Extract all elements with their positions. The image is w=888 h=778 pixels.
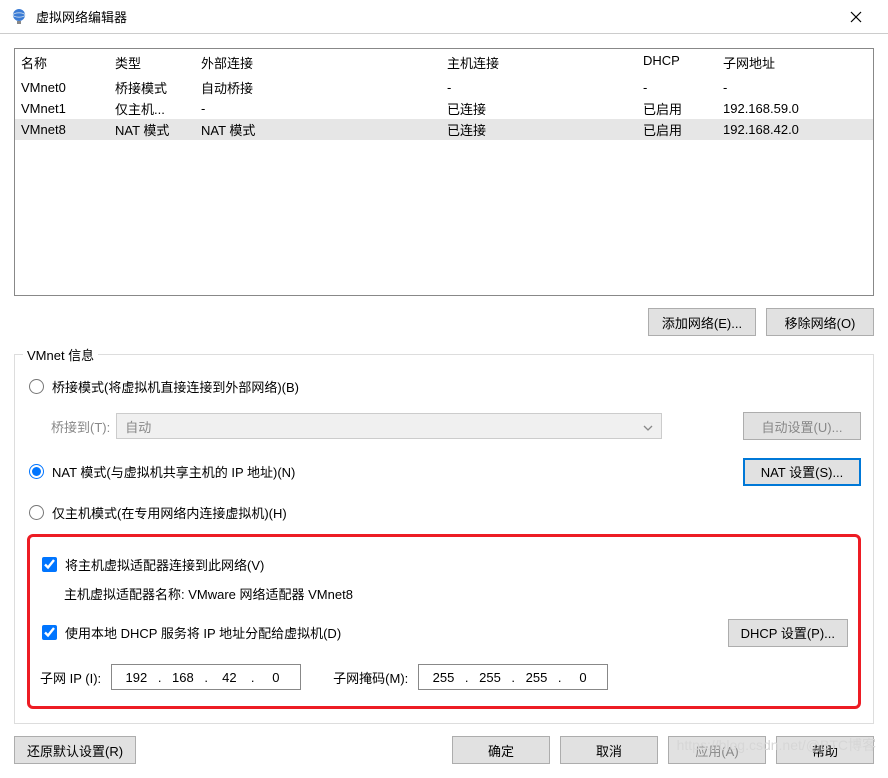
cancel-button[interactable]: 取消 [560, 736, 658, 764]
titlebar: 虚拟网络编辑器 [0, 0, 888, 34]
cell-dhcp: 已启用 [637, 97, 717, 120]
cell-ext: 自动桥接 [195, 76, 441, 99]
cell-name: VMnet0 [15, 78, 109, 97]
cell-host: 已连接 [441, 118, 637, 141]
th-host[interactable]: 主机连接 [441, 49, 637, 76]
ok-button[interactable]: 确定 [452, 736, 550, 764]
checkbox-dhcp[interactable] [42, 625, 57, 640]
cell-host: - [441, 78, 637, 97]
ip-octet-4[interactable] [260, 670, 292, 685]
mask-octet-2[interactable] [474, 670, 506, 685]
table-row[interactable]: VMnet8 NAT 模式 NAT 模式 已连接 已启用 192.168.42.… [15, 119, 873, 140]
window-title: 虚拟网络编辑器 [36, 7, 834, 26]
cell-subnet: - [717, 78, 873, 97]
mask-octet-3[interactable] [520, 670, 552, 685]
network-table[interactable]: 名称 类型 外部连接 主机连接 DHCP 子网地址 VMnet0 桥接模式 自动… [14, 48, 874, 296]
radio-hostonly[interactable] [29, 505, 44, 520]
table-body: VMnet0 桥接模式 自动桥接 - - - VMnet1 仅主机... - 已… [15, 77, 873, 140]
checkbox-host-adapter-label: 将主机虚拟适配器连接到此网络(V) [65, 555, 264, 574]
bridge-to-value: 自动 [125, 417, 151, 436]
table-row[interactable]: VMnet0 桥接模式 自动桥接 - - - [15, 77, 873, 98]
chevron-down-icon [643, 419, 653, 434]
th-external[interactable]: 外部连接 [195, 49, 441, 76]
cell-type: NAT 模式 [109, 118, 195, 141]
ip-octet-2[interactable] [167, 670, 199, 685]
close-button[interactable] [834, 2, 878, 32]
dialog-footer: 还原默认设置(R) 确定 取消 应用(A) 帮助 [0, 736, 888, 778]
radio-bridge-label: 桥接模式(将虚拟机直接连接到外部网络)(B) [52, 377, 299, 396]
radio-nat[interactable] [29, 464, 44, 479]
content-area: 名称 类型 外部连接 主机连接 DHCP 子网地址 VMnet0 桥接模式 自动… [0, 34, 888, 736]
th-type[interactable]: 类型 [109, 49, 195, 76]
cell-name: VMnet1 [15, 99, 109, 118]
adapter-name-text: 主机虚拟适配器名称: VMware 网络适配器 VMnet8 [64, 584, 848, 603]
radio-bridge[interactable] [29, 379, 44, 394]
ip-octet-1[interactable] [120, 670, 152, 685]
cell-host: 已连接 [441, 97, 637, 120]
auto-settings-button: 自动设置(U)... [743, 412, 861, 440]
bridge-to-select: 自动 [116, 413, 662, 439]
subnet-mask-label: 子网掩码(M): [333, 668, 408, 687]
mask-octet-1[interactable] [427, 670, 459, 685]
mask-octet-4[interactable] [567, 670, 599, 685]
table-row[interactable]: VMnet1 仅主机... - 已连接 已启用 192.168.59.0 [15, 98, 873, 119]
remove-network-button[interactable]: 移除网络(O) [766, 308, 874, 336]
subnet-ip-input[interactable]: . . . [111, 664, 301, 690]
th-subnet[interactable]: 子网地址 [717, 49, 873, 76]
cell-name: VMnet8 [15, 120, 109, 139]
help-button[interactable]: 帮助 [776, 736, 874, 764]
table-header-row: 名称 类型 外部连接 主机连接 DHCP 子网地址 [15, 49, 873, 77]
apply-button: 应用(A) [668, 736, 766, 764]
th-name[interactable]: 名称 [15, 49, 109, 76]
cell-type: 桥接模式 [109, 76, 195, 99]
checkbox-dhcp-label: 使用本地 DHCP 服务将 IP 地址分配给虚拟机(D) [65, 623, 341, 642]
table-button-row: 添加网络(E)... 移除网络(O) [14, 308, 874, 336]
subnet-ip-label: 子网 IP (I): [40, 668, 101, 687]
vmnet-info-groupbox: VMnet 信息 桥接模式(将虚拟机直接连接到外部网络)(B) 桥接到(T): … [14, 354, 874, 724]
cell-type: 仅主机... [109, 97, 195, 120]
radio-hostonly-label: 仅主机模式(在专用网络内连接虚拟机)(H) [52, 503, 287, 522]
add-network-button[interactable]: 添加网络(E)... [648, 308, 756, 336]
cell-subnet: 192.168.42.0 [717, 120, 873, 139]
cell-ext: NAT 模式 [195, 118, 441, 141]
ip-octet-3[interactable] [213, 670, 245, 685]
cell-dhcp: 已启用 [637, 118, 717, 141]
cell-subnet: 192.168.59.0 [717, 99, 873, 118]
bridge-to-label: 桥接到(T): [51, 417, 110, 436]
checkbox-host-adapter[interactable] [42, 557, 57, 572]
dhcp-settings-button[interactable]: DHCP 设置(P)... [728, 619, 848, 647]
cell-ext: - [195, 99, 441, 118]
cell-dhcp: - [637, 78, 717, 97]
nat-settings-button[interactable]: NAT 设置(S)... [743, 458, 861, 486]
restore-defaults-button[interactable]: 还原默认设置(R) [14, 736, 136, 764]
groupbox-title: VMnet 信息 [23, 345, 98, 364]
th-dhcp[interactable]: DHCP [637, 49, 717, 76]
app-icon [10, 8, 28, 26]
subnet-mask-input[interactable]: . . . [418, 664, 608, 690]
highlighted-section: 将主机虚拟适配器连接到此网络(V) 主机虚拟适配器名称: VMware 网络适配… [27, 534, 861, 709]
radio-nat-label: NAT 模式(与虚拟机共享主机的 IP 地址)(N) [52, 462, 295, 481]
